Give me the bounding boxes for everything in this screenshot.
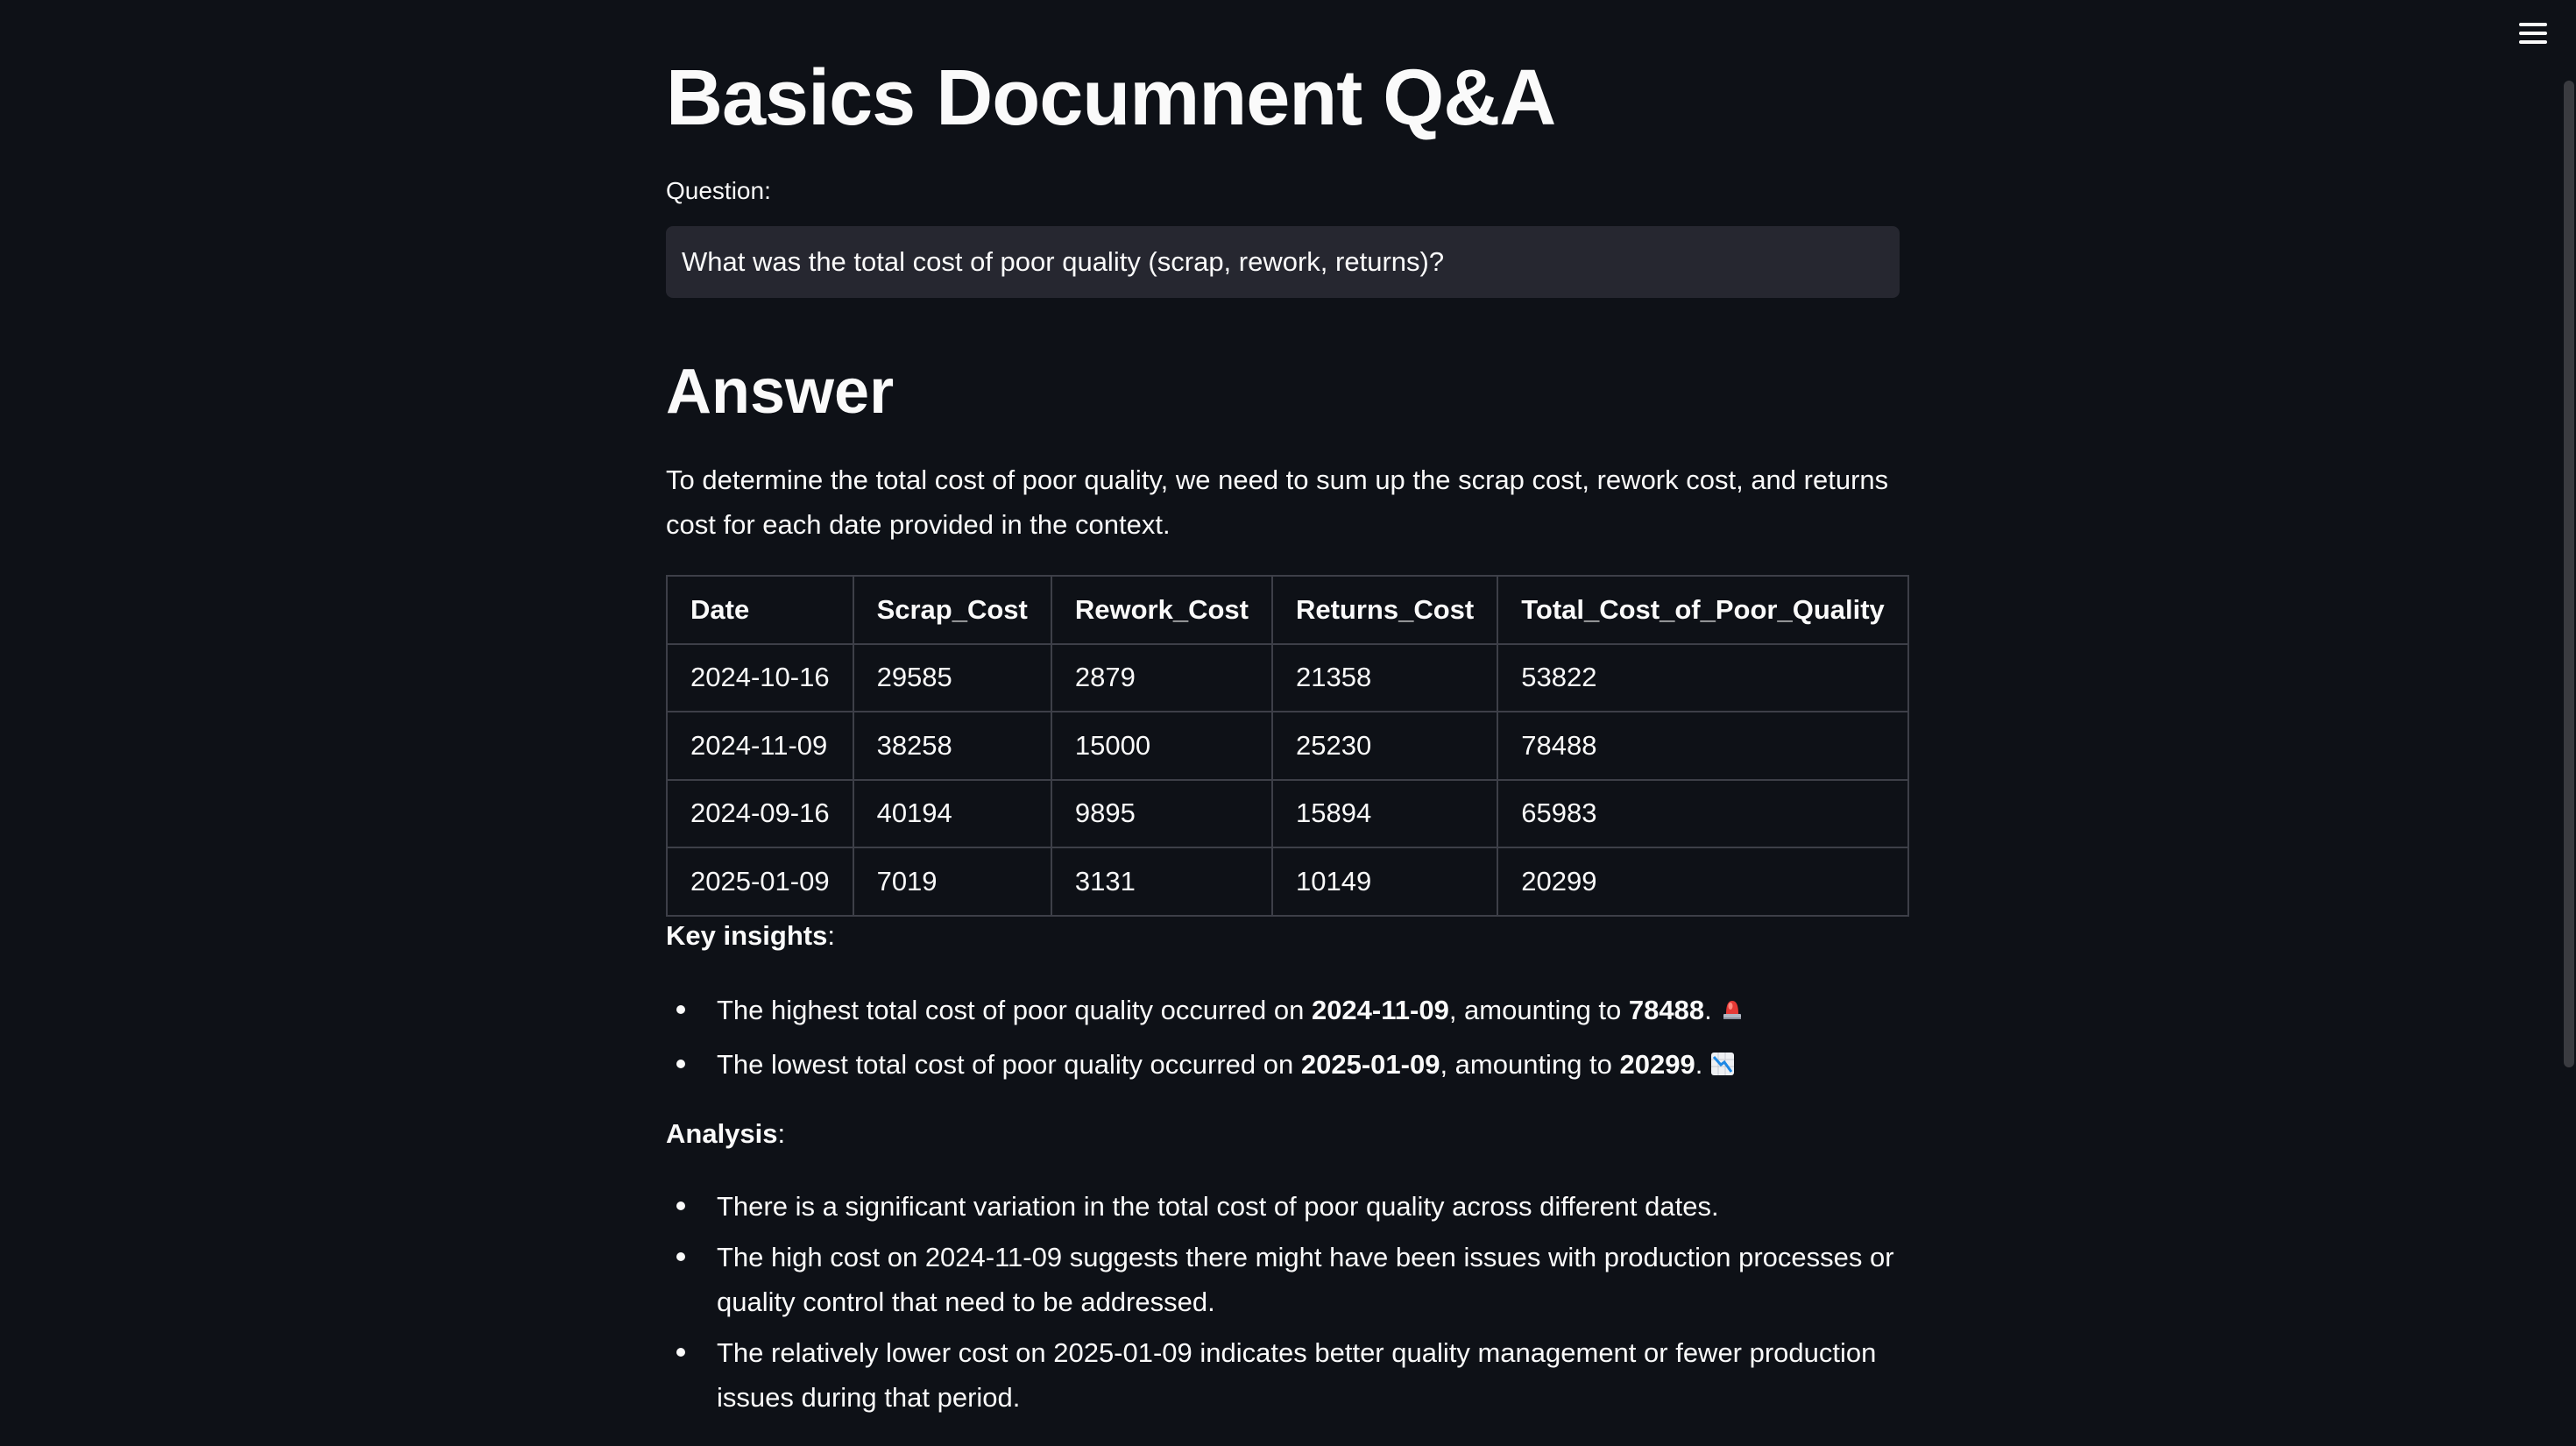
menu-button[interactable]	[2513, 16, 2553, 51]
table-row: 2024-10-16 29585 2879 21358 53822	[666, 642, 1909, 712]
table-cell: 21358	[1270, 642, 1499, 712]
table-cell: 20299	[1497, 847, 1909, 917]
table-cell: 2025-01-09	[666, 847, 854, 917]
table-cell: 78488	[1497, 711, 1909, 781]
table-cell: 10149	[1270, 847, 1499, 917]
column-header: Returns_Cost	[1270, 575, 1499, 645]
table-cell: 3131	[1050, 847, 1273, 917]
table-row: 2025-01-09 7019 3131 10149 20299	[666, 847, 1909, 917]
table-cell: 2024-09-16	[666, 778, 854, 848]
table-row: 2024-11-09 38258 15000 25230 78488	[666, 711, 1909, 781]
scrollbar-thumb[interactable]	[2564, 81, 2574, 1067]
answer-intro: To determine the total cost of poor qual…	[666, 464, 1889, 540]
list-item: The relatively lower cost on 2025-01-09 …	[666, 1330, 1901, 1420]
question-input[interactable]	[666, 226, 1900, 298]
analysis-list: There is a significant variation in the …	[666, 1184, 1901, 1426]
key-insights-label: Key insights:	[666, 920, 835, 951]
cost-table: Date Scrap_Cost Rework_Cost Returns_Cost…	[666, 575, 1909, 917]
column-header: Total_Cost_of_Poor_Quality	[1497, 575, 1909, 645]
table-cell: 15000	[1050, 711, 1273, 781]
table-cell: 53822	[1497, 642, 1909, 712]
hamburger-menu-icon	[2519, 23, 2547, 26]
list-item: The highest total cost of poor quality o…	[666, 988, 1901, 1036]
key-insights-list: The highest total cost of poor quality o…	[666, 988, 1901, 1096]
table-row: 2024-09-16 40194 9895 15894 65983	[666, 778, 1909, 848]
table-cell: 40194	[852, 778, 1052, 848]
table-header-row: Date Scrap_Cost Rework_Cost Returns_Cost…	[666, 575, 1909, 645]
table-cell: 7019	[852, 847, 1052, 917]
table-cell: 29585	[852, 642, 1052, 712]
analysis-label: Analysis:	[666, 1118, 786, 1149]
table-cell: 2024-10-16	[666, 642, 854, 712]
table-cell: 9895	[1050, 778, 1273, 848]
column-header: Scrap_Cost	[852, 575, 1052, 645]
table-cell: 65983	[1497, 778, 1909, 848]
table-cell: 25230	[1270, 711, 1499, 781]
table-cell: 2024-11-09	[666, 711, 854, 781]
column-header: Date	[666, 575, 854, 645]
column-header: Rework_Cost	[1050, 575, 1273, 645]
chart-decreasing-icon	[1709, 1046, 1736, 1090]
question-label: Question:	[666, 177, 771, 204]
list-item: The lowest total cost of poor quality oc…	[666, 1042, 1901, 1090]
list-item: The high cost on 2024-11-09 suggests the…	[666, 1235, 1901, 1324]
list-item: There is a significant variation in the …	[666, 1184, 1901, 1229]
table-cell: 15894	[1270, 778, 1499, 848]
answer-heading: Answer	[666, 357, 895, 427]
table-cell: 38258	[852, 711, 1052, 781]
rotating-light-icon	[1719, 991, 1745, 1036]
page-title: Basics Documnent Q&A	[666, 54, 1556, 142]
table-cell: 2879	[1050, 642, 1273, 712]
